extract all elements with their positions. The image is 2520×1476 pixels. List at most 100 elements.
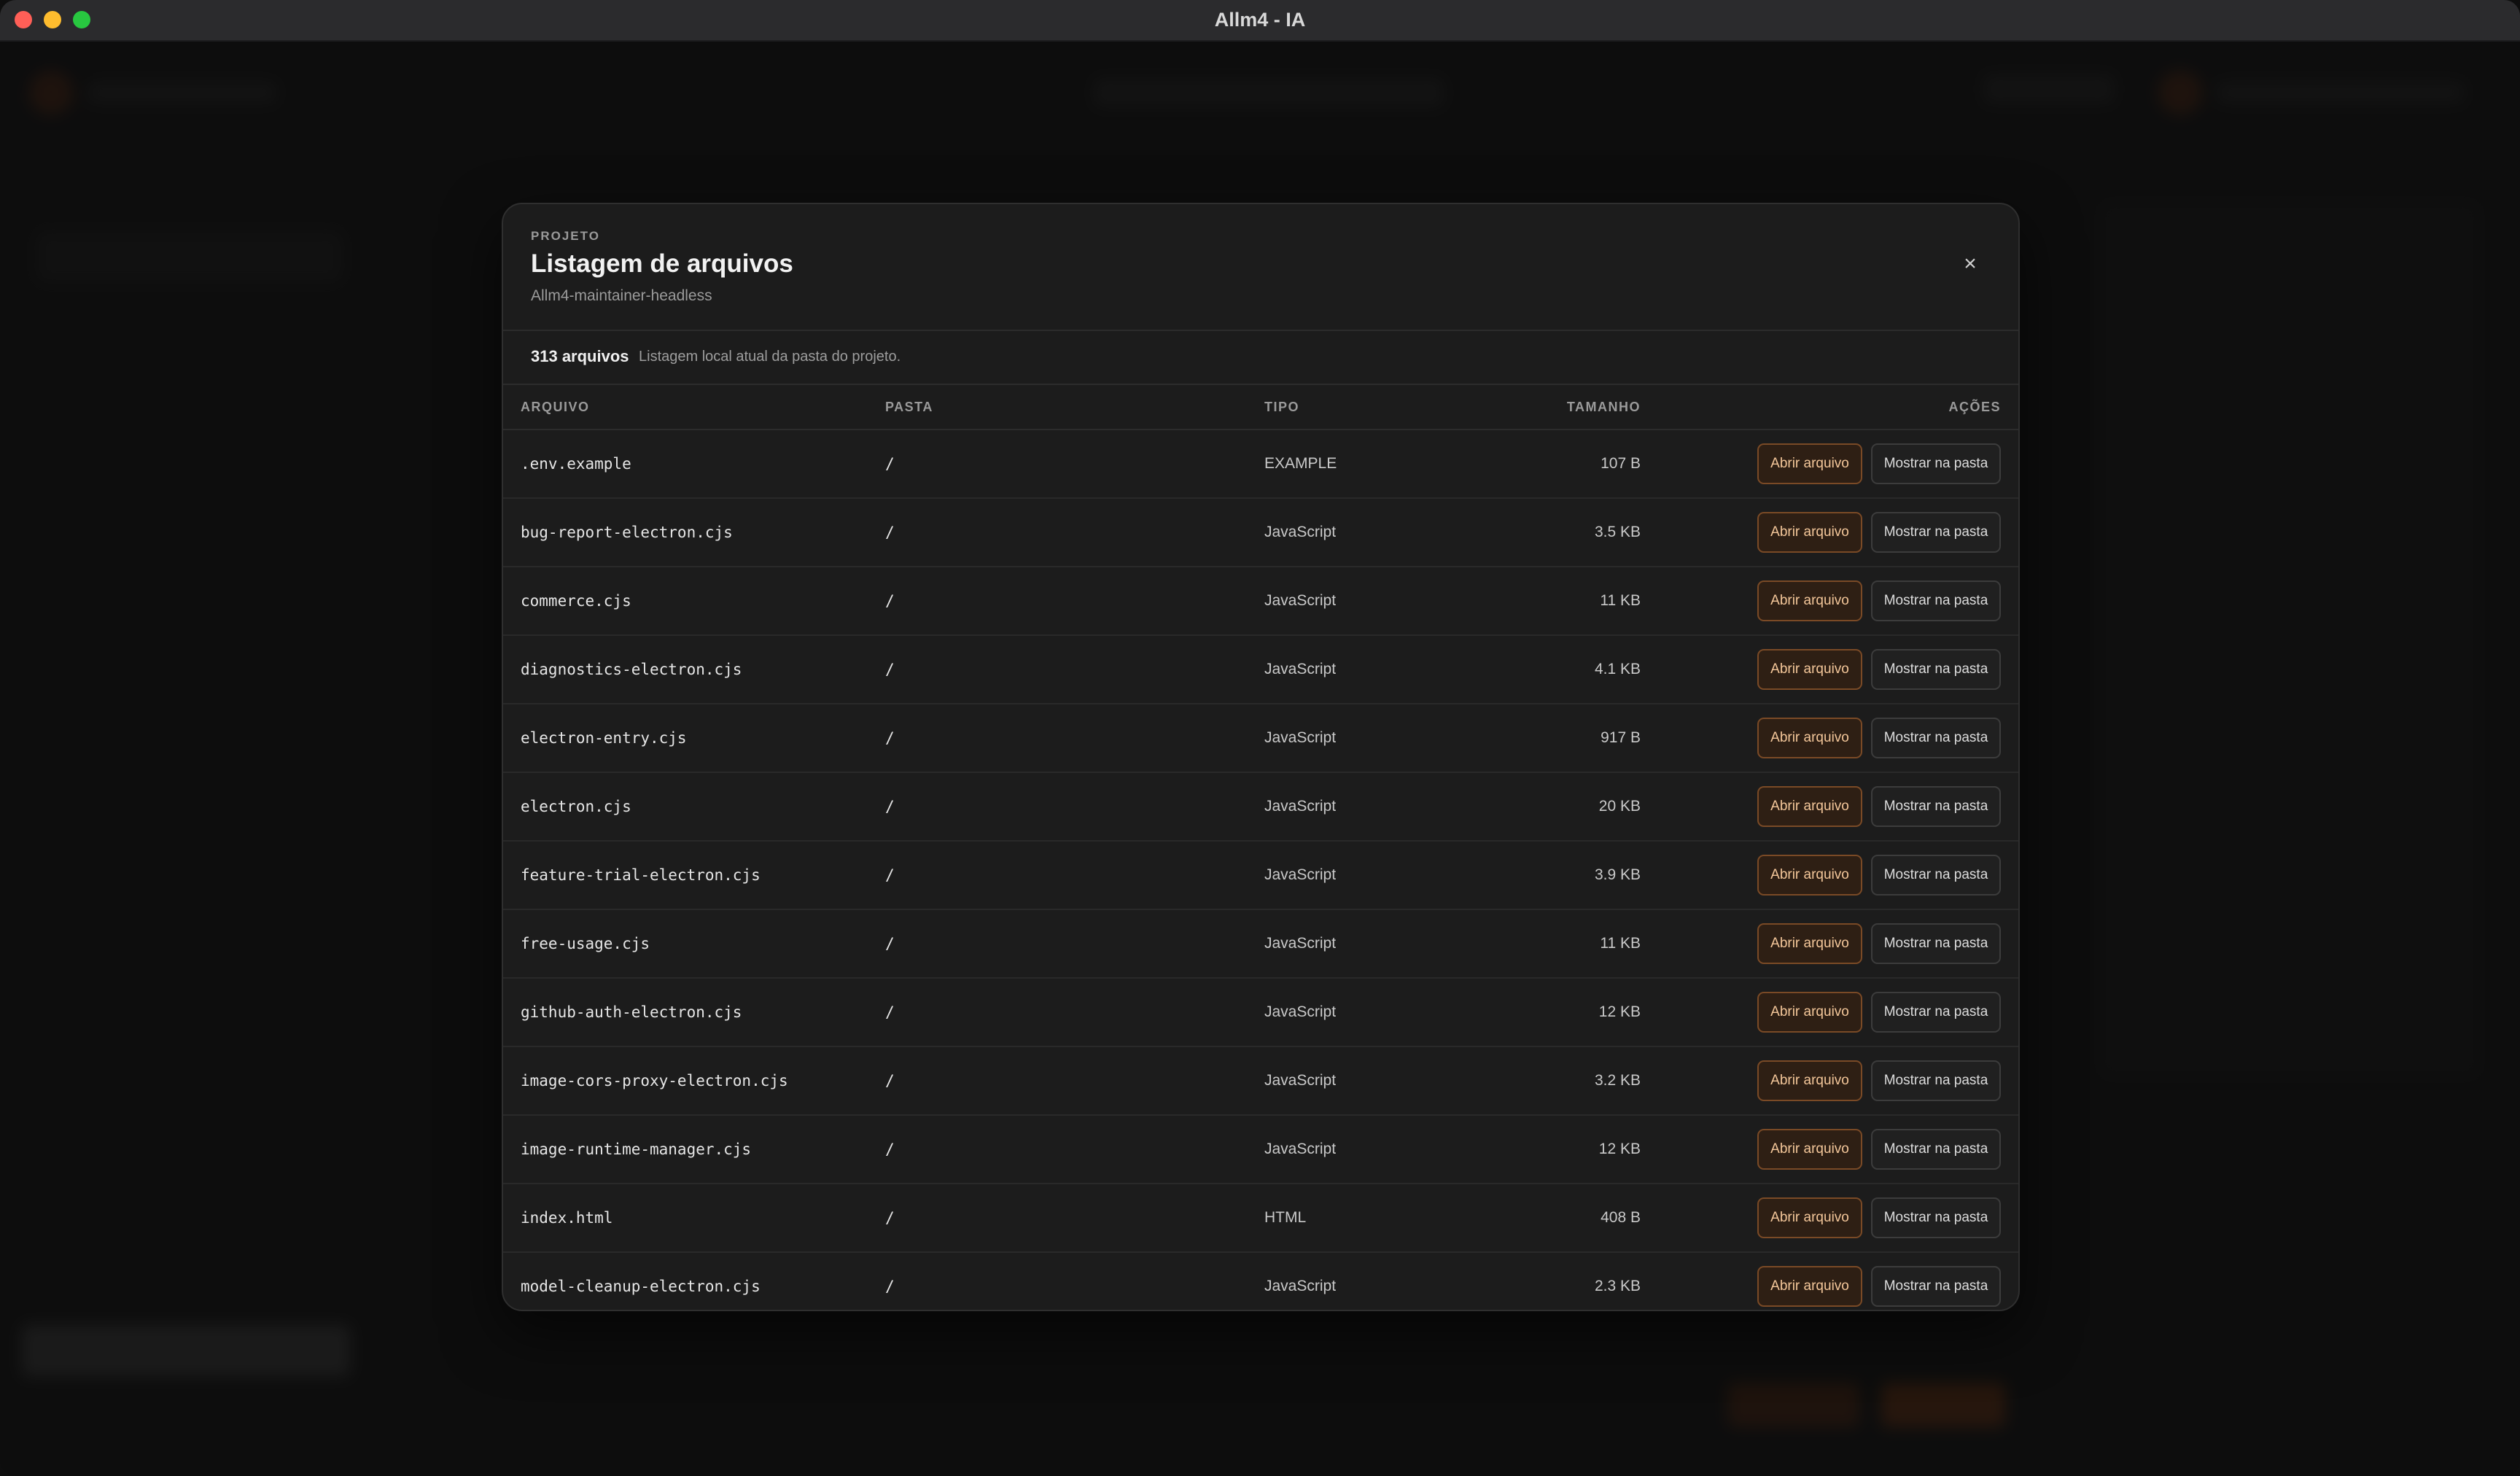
folder-cell: / xyxy=(885,524,895,541)
file-name-cell: free-usage.cjs xyxy=(521,935,650,952)
table-row: commerce.cjs / JavaScript 11 KB Abrir arquiv… xyxy=(503,567,2018,636)
open-file-button[interactable]: Abrir arquivo xyxy=(1757,1129,1862,1170)
type-cell: JavaScript xyxy=(1264,1003,1337,1020)
size-cell: 2.3 KB xyxy=(1594,1278,1641,1294)
open-file-button[interactable]: Abrir arquivo xyxy=(1757,1197,1862,1238)
file-name-cell: electron-entry.cjs xyxy=(521,729,687,747)
file-name-cell: .env.example xyxy=(521,455,631,473)
open-file-button[interactable]: Abrir arquivo xyxy=(1757,443,1862,484)
size-cell: 4.1 KB xyxy=(1594,661,1641,677)
file-name-cell: index.html xyxy=(521,1209,613,1227)
file-name-cell: diagnostics-electron.cjs xyxy=(521,661,742,678)
file-listing-modal: PROJETO Listagem de arquivos Allm4-maint… xyxy=(502,203,2020,1311)
modal-title: Listagem de arquivos xyxy=(531,249,793,278)
folder-cell: / xyxy=(885,1209,895,1227)
show-in-folder-button[interactable]: Mostrar na pasta xyxy=(1871,580,2001,621)
file-name-cell: bug-report-electron.cjs xyxy=(521,524,733,541)
table-row: index.html / HTML 408 B Abrir arquivo Mostrar… xyxy=(503,1184,2018,1253)
folder-cell: / xyxy=(885,935,895,952)
show-in-folder-button[interactable]: Mostrar na pasta xyxy=(1871,1129,2001,1170)
show-in-folder-button[interactable]: Mostrar na pasta xyxy=(1871,855,2001,896)
app-window: Allm4 - IA PROJETO Listagem de arquivos … xyxy=(0,0,2520,1476)
file-name-cell: model-cleanup-electron.cjs xyxy=(521,1278,761,1295)
table-row: .env.example / EXAMPLE 107 B Abrir arquivo Mo… xyxy=(503,430,2018,499)
size-cell: 12 KB xyxy=(1598,1003,1641,1020)
column-header-folder: PASTA xyxy=(885,400,933,414)
open-file-button[interactable]: Abrir arquivo xyxy=(1757,923,1862,964)
close-icon[interactable]: × xyxy=(1954,248,1986,280)
type-cell: JavaScript xyxy=(1264,1278,1337,1294)
table-row: image-runtime-manager.cjs / JavaScript 12 K… xyxy=(503,1116,2018,1184)
size-cell: 20 KB xyxy=(1598,798,1641,815)
table-body[interactable]: .env.example / EXAMPLE 107 B Abrir arquivo Mo… xyxy=(503,430,2018,1310)
open-file-button[interactable]: Abrir arquivo xyxy=(1757,992,1862,1033)
show-in-folder-button[interactable]: Mostrar na pasta xyxy=(1871,443,2001,484)
file-name-cell: electron.cjs xyxy=(521,798,631,815)
open-file-button[interactable]: Abrir arquivo xyxy=(1757,512,1862,553)
modal-header: PROJETO Listagem de arquivos Allm4-maint… xyxy=(503,204,2018,331)
table-row: free-usage.cjs / JavaScript 11 KB Abrir arqu… xyxy=(503,910,2018,979)
type-cell: HTML xyxy=(1264,1209,1307,1226)
show-in-folder-button[interactable]: Mostrar na pasta xyxy=(1871,923,2001,964)
folder-cell: / xyxy=(885,729,895,747)
summary-description: Listagem local atual da pasta do projeto… xyxy=(639,349,901,365)
folder-cell: / xyxy=(885,592,895,610)
column-header-actions: AÇÕES xyxy=(1948,400,2001,414)
folder-cell: / xyxy=(885,1003,895,1021)
folder-cell: / xyxy=(885,798,895,815)
show-in-folder-button[interactable]: Mostrar na pasta xyxy=(1871,1266,2001,1307)
size-cell: 917 B xyxy=(1601,729,1641,746)
open-file-button[interactable]: Abrir arquivo xyxy=(1757,855,1862,896)
type-cell: JavaScript xyxy=(1264,798,1337,815)
show-in-folder-button[interactable]: Mostrar na pasta xyxy=(1871,1197,2001,1238)
size-cell: 11 KB xyxy=(1600,592,1641,609)
show-in-folder-button[interactable]: Mostrar na pasta xyxy=(1871,718,2001,758)
show-in-folder-button[interactable]: Mostrar na pasta xyxy=(1871,1060,2001,1101)
type-cell: JavaScript xyxy=(1264,1141,1337,1157)
table-row: github-auth-electron.cjs / JavaScript 12 KB… xyxy=(503,979,2018,1047)
table-row: electron-entry.cjs / JavaScript 917 B Abrir … xyxy=(503,704,2018,773)
modal-eyebrow: PROJETO xyxy=(531,229,600,243)
table-row: diagnostics-electron.cjs / JavaScript 4.1 K… xyxy=(503,636,2018,704)
file-name-cell: image-cors-proxy-electron.cjs xyxy=(521,1072,788,1089)
size-cell: 3.2 KB xyxy=(1594,1072,1641,1089)
modal-subtitle: Allm4-maintainer-headless xyxy=(531,287,712,304)
show-in-folder-button[interactable]: Mostrar na pasta xyxy=(1871,512,2001,553)
type-cell: EXAMPLE xyxy=(1264,455,1337,472)
folder-cell: / xyxy=(885,1141,895,1158)
folder-cell: / xyxy=(885,455,895,473)
folder-cell: / xyxy=(885,866,895,884)
size-cell: 408 B xyxy=(1601,1209,1641,1226)
open-file-button[interactable]: Abrir arquivo xyxy=(1757,786,1862,827)
open-file-button[interactable]: Abrir arquivo xyxy=(1757,649,1862,690)
folder-cell: / xyxy=(885,1072,895,1089)
file-count: 313 arquivos xyxy=(531,347,629,365)
folder-cell: / xyxy=(885,661,895,678)
show-in-folder-button[interactable]: Mostrar na pasta xyxy=(1871,992,2001,1033)
type-cell: JavaScript xyxy=(1264,866,1337,883)
type-cell: JavaScript xyxy=(1264,524,1337,540)
open-file-button[interactable]: Abrir arquivo xyxy=(1757,580,1862,621)
type-cell: JavaScript xyxy=(1264,592,1337,609)
table-row: electron.cjs / JavaScript 20 KB Abrir arquiv… xyxy=(503,773,2018,842)
file-name-cell: github-auth-electron.cjs xyxy=(521,1003,742,1021)
window-title: Allm4 - IA xyxy=(1214,9,1306,31)
summary-bar: 313 arquivos Listagem local atual da pas… xyxy=(503,331,2018,385)
column-header-file: ARQUIVO xyxy=(521,400,590,414)
open-file-button[interactable]: Abrir arquivo xyxy=(1757,1266,1862,1307)
show-in-folder-button[interactable]: Mostrar na pasta xyxy=(1871,786,2001,827)
type-cell: JavaScript xyxy=(1264,935,1337,952)
table-row: model-cleanup-electron.cjs / JavaScript 2.3… xyxy=(503,1253,2018,1310)
table-row: bug-report-electron.cjs / JavaScript 3.5 KB… xyxy=(503,499,2018,567)
type-cell: JavaScript xyxy=(1264,1072,1337,1089)
table-header: ARQUIVO PASTA TIPO TAMANHO AÇÕES xyxy=(503,385,2018,430)
title-bar: Allm4 - IA xyxy=(0,0,2520,42)
open-file-button[interactable]: Abrir arquivo xyxy=(1757,1060,1862,1101)
file-name-cell: commerce.cjs xyxy=(521,592,631,610)
open-file-button[interactable]: Abrir arquivo xyxy=(1757,718,1862,758)
size-cell: 107 B xyxy=(1601,455,1641,472)
size-cell: 3.5 KB xyxy=(1594,524,1641,540)
show-in-folder-button[interactable]: Mostrar na pasta xyxy=(1871,649,2001,690)
type-cell: JavaScript xyxy=(1264,729,1337,746)
file-name-cell: feature-trial-electron.cjs xyxy=(521,866,761,884)
